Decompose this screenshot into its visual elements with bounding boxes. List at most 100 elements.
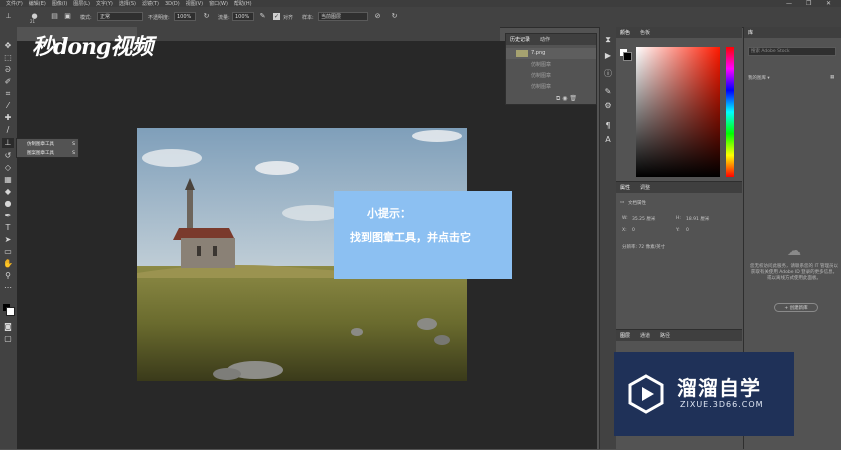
- brush-panel-icon[interactable]: ✎: [602, 87, 614, 97]
- bg-swatch[interactable]: [623, 52, 632, 61]
- airbrush-icon[interactable]: ✎: [258, 12, 267, 21]
- history-row[interactable]: 仿制图章: [506, 60, 596, 71]
- paragraph-panel-icon[interactable]: ¶: [602, 121, 614, 131]
- path-select-icon[interactable]: ➤: [2, 235, 14, 245]
- info-panel-icon[interactable]: ⓘ: [602, 69, 614, 79]
- tab-adjustments[interactable]: 调整: [640, 184, 650, 191]
- tip-box: 小提示： 找到图章工具，并点击它: [334, 191, 512, 279]
- history-snapshot[interactable]: 7.png: [506, 48, 596, 59]
- character-panel-icon[interactable]: A: [602, 135, 614, 145]
- menu-image[interactable]: 图像(I): [52, 0, 67, 7]
- color-panel: 颜色 色板: [616, 27, 742, 181]
- marquee-tool-icon[interactable]: ⬚: [2, 53, 14, 63]
- menu-type[interactable]: 文字(Y): [96, 0, 113, 7]
- move-tool-icon[interactable]: ✥: [2, 41, 14, 51]
- x-value[interactable]: 0: [632, 228, 635, 233]
- eyedropper-tool-icon[interactable]: ⁄: [2, 101, 14, 111]
- snapshot-label: 7.png: [531, 50, 546, 56]
- pen-tool-icon[interactable]: ✒: [2, 211, 14, 221]
- menu-file[interactable]: 文件(F): [6, 0, 23, 7]
- quick-mask-icon[interactable]: ◙: [2, 322, 14, 332]
- brush-settings-icon[interactable]: ▤: [50, 12, 59, 21]
- create-library-button[interactable]: + 创建新库: [774, 303, 818, 312]
- brush-tool-icon[interactable]: ∕: [2, 125, 14, 135]
- clone-stamp-menu-item[interactable]: 仿制图章工具 S: [21, 140, 77, 149]
- dodge-tool-icon[interactable]: ●: [2, 199, 14, 209]
- gradient-tool-icon[interactable]: ▦: [2, 175, 14, 185]
- adjust-panel-icon[interactable]: ⚙: [602, 101, 614, 111]
- menu-3d[interactable]: 3D(D): [165, 1, 180, 7]
- tab-channels[interactable]: 通道: [640, 332, 650, 339]
- height-label: H:: [676, 216, 681, 221]
- type-tool-icon[interactable]: T: [2, 223, 14, 233]
- restore-button[interactable]: ❐: [806, 0, 811, 7]
- quick-select-tool-icon[interactable]: ✐: [2, 77, 14, 87]
- tab-library[interactable]: 库: [748, 29, 753, 36]
- tab-paths[interactable]: 路径: [660, 332, 670, 339]
- flow-field[interactable]: 100%: [232, 12, 254, 21]
- hand-tool-icon[interactable]: ✋: [2, 259, 14, 269]
- mode-select[interactable]: 正常: [97, 12, 143, 21]
- clone-source-icon[interactable]: ▣: [63, 12, 72, 21]
- width-value[interactable]: 35.25 厘米: [632, 216, 655, 222]
- menu-edit[interactable]: 编辑(E): [29, 0, 46, 7]
- height-value[interactable]: 18.91 厘米: [686, 216, 709, 222]
- history-brush-icon[interactable]: ↺: [2, 151, 14, 161]
- history-row[interactable]: 仿制图章: [506, 71, 596, 82]
- watermark-url: ZIXUE.3D66.COM: [680, 400, 764, 409]
- tab-actions[interactable]: 动作: [540, 36, 550, 43]
- history-panel: 历史记录 动作 7.png 仿制图章 仿制图章 仿制图章 ⧉ ◉ 🗑: [505, 33, 597, 105]
- history-panel-icon[interactable]: ⧗: [602, 35, 614, 45]
- tab-swatches[interactable]: 色板: [640, 29, 650, 36]
- tab-layers[interactable]: 图层: [620, 332, 630, 339]
- zoom-tool-icon[interactable]: ⚲: [2, 271, 14, 281]
- close-window-button[interactable]: ✕: [826, 0, 831, 7]
- clone-stamp-tool-icon[interactable]: ⊥: [2, 138, 14, 148]
- history-row[interactable]: 仿制图章: [506, 82, 596, 93]
- document-icon: ▭: [620, 200, 625, 205]
- grid-view-icon[interactable]: ▦: [830, 75, 834, 80]
- more-tools-icon[interactable]: ⋯: [2, 283, 14, 293]
- hue-slider[interactable]: [726, 47, 734, 177]
- ignore-adjustment-icon[interactable]: ⊘: [373, 12, 382, 21]
- crop-tool-icon[interactable]: ⌗: [2, 89, 14, 99]
- lasso-tool-icon[interactable]: ᘐ: [2, 65, 14, 75]
- watermark-badge: 溜溜自学 ZIXUE.3D66.COM: [614, 352, 794, 436]
- menu-select[interactable]: 选择(S): [119, 0, 136, 7]
- menu-filter[interactable]: 滤镜(T): [142, 0, 159, 7]
- tab-color[interactable]: 颜色: [620, 29, 630, 36]
- blur-tool-icon[interactable]: ◆: [2, 187, 14, 197]
- menu-layer[interactable]: 图层(L): [73, 0, 90, 7]
- tab-properties[interactable]: 属性: [620, 184, 630, 191]
- library-dropdown[interactable]: 我的图库 ▾: [748, 75, 770, 81]
- sample-select[interactable]: 当前图层: [318, 12, 368, 21]
- opacity-field[interactable]: 100%: [174, 12, 196, 21]
- options-bar: ⊥ ● 21 ▤ ▣ 模式: 正常 不透明度: 100% ↻ 流量: 100% …: [0, 7, 841, 28]
- toolbar: ✥ ⬚ ᘐ ✐ ⌗ ⁄ ✚ ∕ ⊥ ↺ ◇ ▦ ◆ ● ✒ T ➤ ▭ ✋ ⚲ …: [0, 27, 17, 449]
- history-row-label: 仿制图章: [531, 73, 552, 79]
- aligned-checkbox[interactable]: ✓: [273, 13, 280, 20]
- minimize-button[interactable]: —: [786, 0, 792, 7]
- snapshot-camera-icon[interactable]: ◉: [562, 95, 567, 102]
- healing-brush-icon[interactable]: ✚: [2, 113, 14, 123]
- library-search-input[interactable]: 搜索 Adobe Stock: [748, 47, 836, 56]
- shape-tool-icon[interactable]: ▭: [2, 247, 14, 257]
- tab-history[interactable]: 历史记录: [510, 36, 530, 43]
- menu-window[interactable]: 窗口(W): [209, 0, 228, 7]
- y-value[interactable]: 0: [686, 228, 689, 233]
- screen-mode-icon[interactable]: ▢: [2, 334, 14, 344]
- pattern-stamp-menu-item[interactable]: 图案图章工具 S: [21, 149, 77, 158]
- new-document-icon[interactable]: ⧉: [556, 95, 560, 102]
- actions-panel-icon[interactable]: ▶: [602, 51, 614, 61]
- color-field[interactable]: [636, 47, 720, 177]
- background-color-swatch[interactable]: [6, 307, 15, 316]
- trash-icon[interactable]: 🗑: [569, 95, 577, 102]
- menu-view[interactable]: 视图(V): [186, 0, 203, 7]
- y-label: Y:: [676, 228, 680, 233]
- history-row-label: 仿制图章: [531, 84, 552, 90]
- pressure-size-icon[interactable]: ↻: [390, 12, 399, 21]
- clone-stamp-icon[interactable]: ⊥: [4, 12, 13, 21]
- menu-help[interactable]: 帮助(H): [234, 0, 252, 7]
- pressure-opacity-icon[interactable]: ↻: [202, 12, 211, 21]
- eraser-tool-icon[interactable]: ◇: [2, 163, 14, 173]
